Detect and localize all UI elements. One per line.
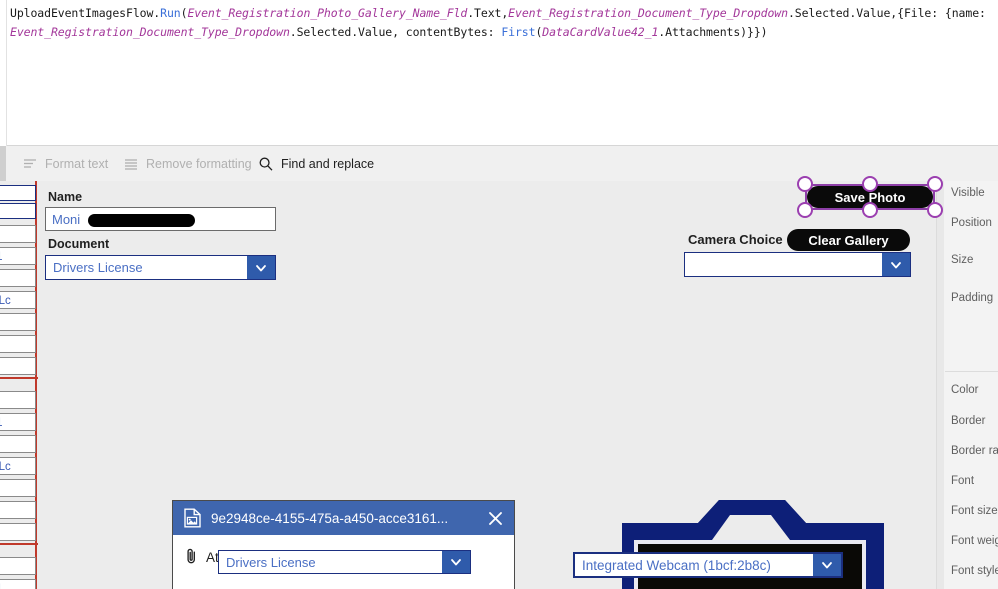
gallery-strip-card[interactable]: Date (0, 435, 36, 453)
save-photo-selection[interactable]: Save Photo (797, 176, 943, 218)
find-and-replace-label: Find and replace (281, 156, 375, 171)
chevron-down-icon[interactable] (882, 253, 910, 276)
property-row-font-size[interactable]: Font size (951, 505, 998, 517)
formula-token: Run (160, 6, 181, 20)
gallery-strip-card[interactable]: Drivers Lc (0, 457, 36, 475)
properties-divider (945, 371, 998, 372)
powerapps-studio: UploadEventImagesFlow.Run(Event_Registra… (0, 0, 998, 589)
gallery-strip-card[interactable] (0, 357, 36, 375)
format-text-button[interactable]: Format text (22, 146, 108, 181)
chevron-down-icon[interactable] (442, 551, 470, 573)
gallery-group-separator (0, 543, 38, 545)
gallery-strip-card[interactable]: Name (0, 557, 36, 575)
gallery-strip-card[interactable]: Name (0, 225, 36, 243)
attachment-item-row[interactable]: 9e2948ce-4155-475a-a450-acce3161... (173, 501, 514, 535)
chevron-down-icon[interactable] (247, 256, 275, 279)
gallery-strip-card[interactable]: EVTN21 (0, 579, 36, 589)
resize-handle-top-center[interactable] (862, 176, 878, 192)
property-row-font-style[interactable]: Font style (951, 565, 998, 577)
gallery-strip-card[interactable] (0, 523, 36, 541)
search-icon (258, 156, 274, 172)
resize-handle-bottom-right[interactable] (927, 202, 943, 218)
remove-formatting-label: Remove formatting (146, 156, 252, 171)
format-text-icon (22, 156, 38, 172)
formula-token: DataCardValue42_1 (542, 25, 659, 39)
format-text-label: Format text (45, 156, 109, 171)
gallery-strip-card[interactable]: Type (0, 479, 36, 497)
form-container: Name Moni Document Drivers License Camer… (38, 181, 936, 589)
formula-token: Event_Registration_Document_Type_Dropdow… (10, 25, 290, 39)
toolbar-left-edge (0, 146, 6, 181)
document-dropdown[interactable]: Drivers License (45, 255, 276, 280)
formula-token: .Text, (467, 6, 509, 20)
formula-gutter (0, 0, 7, 146)
property-row-font[interactable]: Font (951, 475, 974, 487)
property-row-position[interactable]: Position (951, 217, 992, 229)
clear-gallery-button[interactable]: Clear Gallery (787, 229, 910, 251)
resize-handle-bottom-left[interactable] (797, 202, 813, 218)
resize-handle-top-right[interactable] (927, 176, 943, 192)
name-label: Name (48, 190, 83, 204)
gallery-strip-card[interactable]: EVTN21 (0, 247, 36, 265)
camera-device-value: Integrated Webcam (1bcf:2b8c) (582, 557, 771, 573)
remove-formatting-button[interactable]: Remove formatting (123, 146, 252, 181)
gallery-strip-card[interactable]: Drivers Lc (0, 291, 36, 309)
camera-device-dropdown[interactable]: Integrated Webcam (1bcf:2b8c) (573, 552, 843, 578)
gallery-strip-card[interactable]: Name (0, 391, 36, 409)
gallery-strip-clipped[interactable]: Name EVTN21 Date Drivers Lc Type Ticket 1 Name… (0, 181, 38, 589)
document-label: Document (48, 237, 110, 251)
formula-expression[interactable]: UploadEventImagesFlow.Run(Event_Registra… (10, 4, 996, 42)
paperclip-icon (185, 547, 198, 568)
property-row-visible[interactable]: Visible (951, 187, 985, 199)
name-input-value: Moni (52, 211, 81, 227)
gallery-strip-card[interactable] (0, 185, 36, 201)
formula-bar[interactable]: UploadEventImagesFlow.Run(Event_Registra… (0, 0, 998, 146)
gallery-group-separator (0, 377, 38, 379)
properties-panel-scrollbar[interactable] (937, 181, 944, 589)
attachment-control[interactable]: 9e2948ce-4155-475a-a450-acce3161... (172, 500, 515, 589)
chevron-down-icon[interactable] (813, 554, 841, 576)
formula-token: .Attachments)}}) (658, 25, 768, 39)
attachment-file-name: 9e2948ce-4155-475a-a450-acce3161... (211, 510, 449, 526)
close-icon[interactable] (482, 505, 508, 531)
property-row-border-ra[interactable]: Border ra (951, 445, 998, 457)
app-canvas: NameEVTN21DateDrivers LcTypeTicket 1Name… (0, 181, 998, 589)
find-and-replace-button[interactable]: Find and replace (258, 146, 374, 181)
resize-handle-top-left[interactable] (797, 176, 813, 192)
document-type-bottom-value: Drivers License (226, 554, 316, 570)
formula-token: .Selected.Value,{File: {name: (787, 6, 993, 20)
properties-panel[interactable]: Visible Position Size Padding Color Border Bor… (936, 181, 998, 589)
formula-token: Event_Registration_Photo_Gallery_Name_Fl… (187, 6, 468, 20)
gallery-strip-card[interactable]: Ticket 1 (0, 501, 36, 519)
gallery-strip-card[interactable]: Type (0, 313, 36, 331)
document-dropdown-value: Drivers License (53, 260, 143, 275)
camera-choice-dropdown[interactable] (684, 252, 911, 277)
gallery-strip-card[interactable]: Date (0, 269, 36, 287)
formula-toolbar: Format text Remove formatting Find and r… (0, 146, 998, 181)
image-file-icon (183, 508, 202, 528)
formula-token: Event_Registration_Document_Type_Dropdow… (508, 6, 788, 20)
gallery-strip-card[interactable]: EVTN21 (0, 413, 36, 431)
property-row-border[interactable]: Border (951, 415, 986, 427)
gallery-strip-card[interactable]: Ticket 1 (0, 335, 36, 353)
camera-choice-label: Camera Choice (688, 232, 783, 247)
formula-token: UploadEventImagesFlow. (10, 6, 161, 20)
property-row-size[interactable]: Size (951, 254, 973, 266)
name-redaction-mark (88, 214, 195, 227)
property-row-color[interactable]: Color (951, 384, 978, 396)
gallery-strip-card[interactable] (0, 203, 36, 219)
property-row-font-weig[interactable]: Font weig (951, 535, 998, 547)
formula-token: .Selected.Value, contentBytes: (289, 25, 502, 39)
name-input[interactable]: Moni (45, 207, 276, 231)
remove-formatting-icon (123, 156, 139, 172)
property-row-padding[interactable]: Padding (951, 292, 993, 304)
resize-handle-bottom-center[interactable] (862, 202, 878, 218)
formula-token: First (501, 25, 536, 39)
document-type-dropdown-bottom[interactable]: Drivers License (218, 550, 471, 574)
